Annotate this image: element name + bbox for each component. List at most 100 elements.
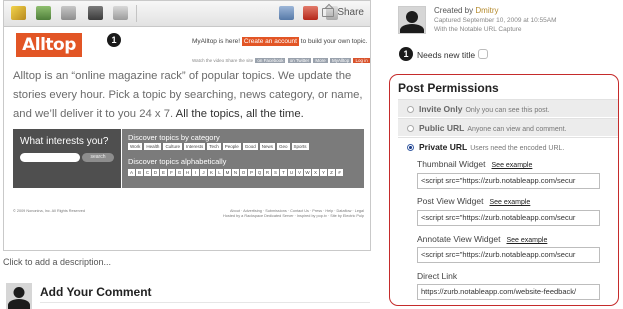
download-icon[interactable] — [61, 6, 76, 20]
see-example-link[interactable]: See example — [489, 199, 530, 206]
create-account-button[interactable]: Create an account — [241, 37, 299, 46]
option-description: Anyone can view and comment. — [467, 126, 567, 133]
letter-chip[interactable]: G — [176, 169, 183, 176]
see-example-link[interactable]: See example — [506, 237, 547, 244]
share-icon — [322, 8, 335, 17]
see-example-link[interactable]: See example — [492, 162, 533, 169]
letter-chip[interactable]: R — [264, 169, 271, 176]
category-chip[interactable]: Health — [144, 143, 162, 150]
search-panel: What interests you? search — [13, 129, 121, 188]
letter-chip[interactable]: T — [280, 169, 287, 176]
category-chip[interactable]: Interests — [183, 143, 206, 150]
watch-video-link[interactable]: Watch the video — [192, 58, 224, 63]
letter-chip[interactable]: J — [200, 169, 207, 176]
letter-chip[interactable]: W — [304, 169, 311, 176]
option-description: Only you can see this post. — [465, 107, 550, 114]
letter-chip[interactable]: O — [240, 169, 247, 176]
category-chip[interactable]: Culture — [163, 143, 182, 150]
annotate-view-widget-label: Annotate View Widget See example — [417, 234, 547, 244]
letter-chip[interactable]: Z — [328, 169, 335, 176]
category-chip[interactable]: Work — [128, 143, 143, 150]
intro-emphasis: All the topics, all the time. — [175, 108, 304, 120]
binoculars-icon[interactable] — [88, 6, 103, 20]
category-chip[interactable]: People — [222, 143, 241, 150]
letter-chip[interactable]: M — [224, 169, 231, 176]
twitter-button[interactable]: on Twitter — [287, 58, 312, 63]
intro-paragraph: Alltop is an “online magazine rack” of p… — [13, 67, 365, 124]
letter-chip[interactable]: C — [144, 169, 151, 176]
toolbar-divider — [136, 5, 137, 22]
letter-chip[interactable]: E — [160, 169, 167, 176]
invite-only-radio[interactable] — [407, 106, 414, 113]
letter-chip[interactable]: F — [168, 169, 175, 176]
silhouette-body — [8, 299, 30, 309]
discover-panel: Discover topics by category Work Health Cu… — [122, 129, 364, 188]
comment-heading: Add Your Comment — [40, 285, 152, 299]
pencil-icon[interactable] — [11, 6, 26, 20]
option-name: Public URL — [419, 123, 465, 133]
letter-chip[interactable]: # — [336, 169, 343, 176]
discover-category-title: Discover topics by category — [128, 133, 220, 142]
category-chip[interactable]: News — [259, 143, 276, 150]
letter-chip[interactable]: Y — [320, 169, 327, 176]
letter-chip[interactable]: U — [288, 169, 295, 176]
share-button[interactable]: Share — [322, 7, 364, 18]
pdf-icon[interactable] — [303, 6, 318, 20]
image-icon[interactable] — [36, 6, 51, 20]
silhouette-head — [13, 287, 25, 298]
created-prefix: Created by — [434, 6, 474, 15]
widget-label-text: Annotate View Widget — [417, 234, 501, 244]
alltop-logo: Alltop — [16, 33, 82, 57]
annotate-view-widget-code[interactable]: <script src="https://zurb.notableapp.com… — [417, 247, 600, 263]
screenshot-body: Alltop 1 MyAlltop is here! Create an acc… — [4, 27, 370, 250]
letter-chip[interactable]: P — [248, 169, 255, 176]
search-button[interactable]: search — [82, 153, 114, 162]
letter-chip[interactable]: S — [272, 169, 279, 176]
letter-chip[interactable]: H — [184, 169, 191, 176]
direct-link-field[interactable]: https://zurb.notableapp.com/website-feed… — [417, 284, 600, 300]
option-private-url[interactable]: Private URL Users need the encoded URL. — [398, 137, 618, 155]
category-chip[interactable]: Tech — [207, 143, 221, 150]
letter-chip[interactable]: Q — [256, 169, 263, 176]
letter-chip[interactable]: V — [296, 169, 303, 176]
option-invite-only[interactable]: Invite Only Only you can see this post. — [398, 99, 618, 117]
creator-name-link[interactable]: Dmitry — [475, 6, 498, 15]
category-chip[interactable]: Sports — [291, 143, 309, 150]
description-prompt[interactable]: Click to add a description... — [3, 257, 111, 267]
public-url-radio[interactable] — [407, 125, 414, 132]
search-input[interactable] — [20, 153, 80, 162]
needs-title-checkbox[interactable] — [478, 49, 488, 59]
post-view-widget-code[interactable]: <script src="https://zurb.notableapp.com… — [417, 210, 600, 226]
option-description: Users need the encoded URL. — [470, 145, 565, 152]
myalltop-button[interactable]: MyAlltop — [329, 58, 352, 63]
letter-chip[interactable]: X — [312, 169, 319, 176]
folder-icon[interactable] — [279, 6, 294, 20]
more-button[interactable]: More — [313, 58, 328, 63]
comment-divider — [40, 302, 370, 303]
option-name: Private URL — [419, 142, 468, 152]
option-public-url[interactable]: Public URL Anyone can view and comment. — [398, 118, 618, 136]
silhouette-body — [400, 24, 424, 33]
trash-icon[interactable] — [113, 6, 128, 20]
category-chip[interactable]: Geo — [277, 143, 290, 150]
letter-chip[interactable]: I — [192, 169, 199, 176]
search-panel-title: What interests you? — [20, 136, 109, 147]
letter-chip[interactable]: K — [208, 169, 215, 176]
login-button[interactable]: Log in — [353, 58, 370, 63]
letter-chip[interactable]: D — [152, 169, 159, 176]
silhouette-head — [406, 11, 418, 23]
letter-chip[interactable]: B — [136, 169, 143, 176]
category-chip[interactable]: Good — [242, 143, 258, 150]
category-list: Work Health Culture Interests Tech People Good… — [128, 143, 309, 150]
commenter-avatar — [6, 283, 32, 309]
post-permissions-panel: Post Permissions Invite Only Only you can… — [389, 74, 619, 306]
step-badge[interactable]: 1 — [107, 33, 121, 47]
thumbnail-widget-code[interactable]: <script src="https://zurb.notableapp.com… — [417, 173, 600, 189]
facebook-button[interactable]: on Facebook — [255, 58, 286, 63]
private-url-radio[interactable] — [407, 144, 414, 151]
letter-chip[interactable]: A — [128, 169, 135, 176]
letter-chip[interactable]: N — [232, 169, 239, 176]
permissions-title: Post Permissions — [398, 81, 499, 95]
share-site-label: Share the site — [225, 58, 254, 63]
letter-chip[interactable]: L — [216, 169, 223, 176]
